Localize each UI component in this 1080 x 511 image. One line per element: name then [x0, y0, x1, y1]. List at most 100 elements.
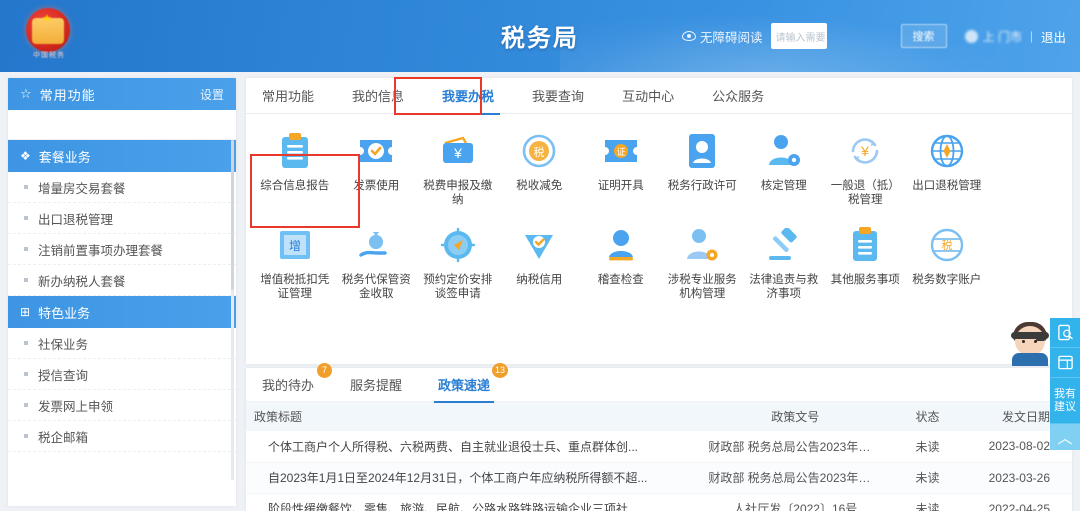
- service-label: 法律追责与救济事项: [749, 273, 819, 301]
- cell-status: 未读: [915, 471, 940, 485]
- floating-toolbar: 我有 建议 ︿: [1050, 318, 1080, 450]
- accessibility-label: 无障碍阅读: [700, 30, 763, 45]
- tab-my-info[interactable]: 我的信息: [348, 78, 408, 114]
- tab-policy-express[interactable]: 政策速递 13: [434, 362, 509, 403]
- svg-text:税: 税: [941, 238, 952, 252]
- service-vat-deduction-voucher[interactable]: 增 增值税抵扣凭证管理: [254, 218, 336, 310]
- scroll-to-top-button[interactable]: ︿: [1050, 424, 1080, 450]
- cell-title: 自2023年1月1日至2024年12月31日，个体工商户年应纳税所得额不超...: [268, 471, 648, 485]
- table-row[interactable]: 阶段性缓缴餐饮、零售、旅游、民航、公路水路铁路运输企业三项社... 人社厅发〔2…: [246, 493, 1072, 511]
- tab-policy-express-label: 政策速递: [438, 377, 491, 393]
- search-button[interactable]: 搜索: [900, 24, 947, 48]
- header-right-tools: 无障碍阅读 请输入需要 搜索 上 门市 | 退出: [682, 20, 1066, 52]
- service-tax-declaration-payment[interactable]: ¥ 税费申报及缴纳: [417, 124, 499, 216]
- tab-my-query[interactable]: 我要查询: [528, 78, 588, 114]
- service-label: 一般退（抵）税管理: [830, 180, 900, 207]
- grid-icon: ⊞: [20, 305, 31, 319]
- tab-my-todo[interactable]: 我的待办 7: [260, 362, 333, 402]
- user-info[interactable]: 上 门市: [964, 28, 1022, 45]
- service-tax-reduction[interactable]: 税 税收减免: [499, 124, 581, 216]
- sidebar-item-0-1[interactable]: 出口退税管理: [8, 203, 236, 234]
- logout-button[interactable]: 退出: [1041, 27, 1066, 46]
- digital-seal-icon: 税: [926, 224, 968, 266]
- service-tax-admin-license[interactable]: 税务行政许可: [662, 124, 744, 216]
- ticket-check-icon: [355, 130, 397, 172]
- window-panel-icon[interactable]: [1050, 348, 1080, 378]
- bullet-icon: [24, 216, 28, 220]
- accessibility-link[interactable]: 无障碍阅读: [682, 27, 763, 46]
- sidebar-item-label: 社保业务: [38, 337, 89, 352]
- table-header-row: 政策标题 政策文号 状态 发文日期: [246, 402, 1072, 431]
- service-invoice-usage[interactable]: 发票使用: [336, 124, 418, 216]
- service-apa-application[interactable]: 预约定价安排谈签申请: [417, 218, 499, 310]
- service-tax-agency-management[interactable]: 涉税专业服务机构管理: [662, 218, 744, 310]
- globe-icon: [926, 130, 968, 172]
- service-label: 增值税抵扣凭证管理: [260, 273, 330, 301]
- tab-tax-handling[interactable]: 我要办税: [436, 78, 501, 115]
- sidebar-item-0-0[interactable]: 增量房交易套餐: [8, 172, 236, 203]
- service-audit-inspection[interactable]: 稽查检查: [580, 218, 662, 310]
- table-row[interactable]: 个体工商户个人所得税、六税两费、自主就业退役士兵、重点群体创... 财政部 税务…: [246, 431, 1072, 462]
- tab-common-functions[interactable]: 常用功能: [258, 78, 318, 114]
- star-icon: ☆: [20, 86, 32, 101]
- eye-icon: [682, 31, 696, 41]
- sidebar-item-1-1[interactable]: 授信查询: [8, 359, 236, 390]
- customer-service-avatar-icon[interactable]: [1008, 320, 1052, 366]
- tab-public-service[interactable]: 公众服务: [708, 78, 768, 114]
- service-comprehensive-report[interactable]: 综合信息报告: [254, 124, 336, 216]
- svg-text:增: 增: [289, 239, 301, 253]
- voucher-icon: 增: [274, 224, 316, 266]
- policy-table: 政策标题 政策文号 状态 发文日期 个体工商户个人所得税、六税两费、自主就业退役…: [246, 402, 1072, 511]
- document-search-icon[interactable]: [1050, 318, 1080, 348]
- sidebar-section-feature-label: 特色业务: [38, 305, 91, 321]
- refresh-yuan-icon: ¥: [844, 130, 886, 172]
- sidebar-item-label: 授信查询: [38, 368, 89, 383]
- bullet-icon: [24, 185, 28, 189]
- service-grid: 综合信息报告 发票使用 ¥ 税费申报及缴纳 税 税收减免 证 证明开具 税务行政…: [246, 114, 1072, 316]
- table-row[interactable]: 自2023年1月1日至2024年12月31日，个体工商户年应纳税所得额不超...…: [246, 462, 1072, 493]
- service-digital-tax-account[interactable]: 税 税务数字账户: [906, 218, 988, 310]
- service-label: 其他服务事项: [830, 273, 900, 286]
- service-other-services[interactable]: 其他服务事项: [825, 218, 907, 310]
- search-input[interactable]: 请输入需要: [770, 23, 827, 49]
- sidebar-scrollbar[interactable]: [231, 140, 234, 480]
- id-card-icon: [681, 130, 723, 172]
- sidebar-item-1-3[interactable]: 税企邮箱: [8, 421, 236, 452]
- tab-interaction-center[interactable]: 互动中心: [618, 78, 678, 114]
- gavel-icon: [763, 224, 805, 266]
- bullet-icon: [24, 278, 28, 282]
- suggestion-button[interactable]: 我有 建议: [1050, 378, 1080, 424]
- bottom-tabbar: 我的待办 7 服务提醒 政策速递 13: [246, 362, 1072, 403]
- sidebar-section-package-label: 套餐业务: [38, 149, 91, 165]
- sidebar-item-1-0[interactable]: 社保业务: [8, 328, 236, 359]
- service-label: 核定管理: [760, 180, 807, 192]
- service-label: 稽查检查: [597, 273, 644, 286]
- avatar: [964, 29, 978, 43]
- service-custody-fund-collection[interactable]: 税务代保管资金收取: [336, 218, 418, 310]
- column-header-title: 政策标题: [254, 410, 303, 424]
- sidebar-section-feature[interactable]: ⊞ 特色业务: [8, 296, 236, 328]
- sidebar-item-1-2[interactable]: 发票网上申领: [8, 390, 236, 421]
- sidebar-item-0-3[interactable]: 新办纳税人套餐: [8, 265, 236, 296]
- service-assessment-management[interactable]: 核定管理: [743, 124, 825, 216]
- clipboard-icon: [274, 130, 316, 172]
- bullet-icon: [24, 247, 28, 251]
- suggestion-line1: 我有: [1054, 387, 1076, 400]
- app-header: ★ 中国税务 税务局 无障碍阅读 请输入需要 搜索 上 门市 | 退出: [0, 0, 1080, 72]
- service-certificate-issuance[interactable]: 证 证明开具: [580, 124, 662, 216]
- sidebar: ☆ 常用功能 设置 ❖ 套餐业务 增量房交易套餐 出口退税管理 注销前置事项办理…: [8, 78, 236, 506]
- sidebar-settings-button[interactable]: 设置: [200, 86, 224, 103]
- service-legal-accountability-relief[interactable]: 法律追责与救济事项: [743, 218, 825, 310]
- sidebar-item-0-2[interactable]: 注销前置事项办理套餐: [8, 234, 236, 265]
- sidebar-section-package[interactable]: ❖ 套餐业务: [8, 140, 236, 172]
- service-label: 纳税信用: [516, 273, 563, 286]
- tab-service-reminder[interactable]: 服务提醒: [348, 368, 404, 402]
- service-label: 税务行政许可: [667, 180, 737, 192]
- svg-text:¥: ¥: [860, 143, 869, 159]
- service-export-tax-refund[interactable]: 出口退税管理: [906, 124, 988, 216]
- sidebar-item-label: 出口退税管理: [38, 212, 114, 227]
- bullet-icon: [24, 434, 28, 438]
- service-tax-credit[interactable]: 纳税信用: [499, 218, 581, 310]
- bullet-icon: [24, 341, 28, 345]
- service-general-tax-refund[interactable]: ¥ 一般退（抵）税管理: [825, 124, 907, 216]
